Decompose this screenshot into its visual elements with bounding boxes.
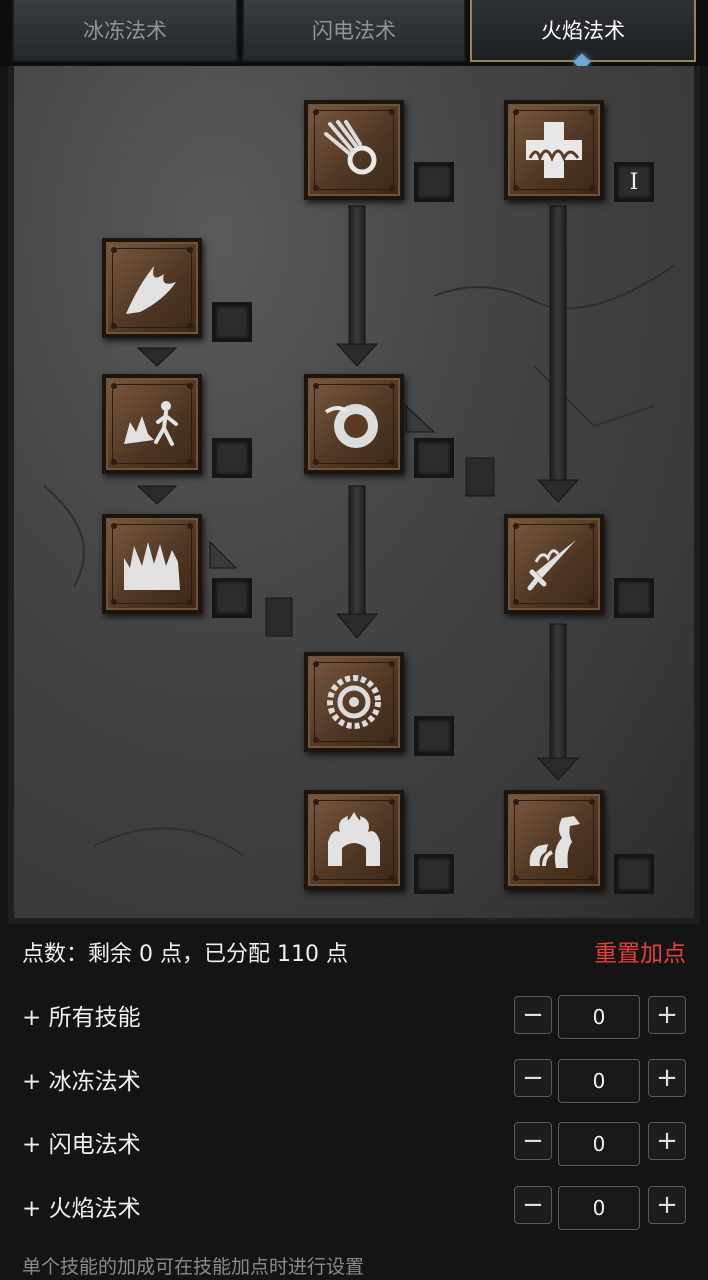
bonus-label-lightning-spells: + 闪电法术 — [22, 1132, 141, 1158]
skill-fire-bolt[interactable] — [304, 100, 404, 200]
skill-level-fire-ball — [414, 438, 454, 478]
skill-level-fire-bolt — [414, 162, 454, 202]
increment-cold-spells-button[interactable]: + — [648, 1059, 686, 1097]
inferno-icon — [126, 266, 176, 314]
skill-level-blaze — [212, 438, 252, 478]
decrement-lightning-spells-button[interactable]: − — [514, 1122, 552, 1160]
warmth-icon — [526, 122, 582, 178]
fire-mastery-icon — [328, 812, 380, 866]
skill-enchant[interactable] — [504, 514, 604, 614]
bonus-label-all-skills: + 所有技能 — [22, 1005, 141, 1031]
fire-wall-icon — [124, 542, 180, 590]
skill-warmth[interactable] — [504, 100, 604, 200]
decrement-fire-spells-button[interactable]: − — [514, 1186, 552, 1224]
skill-tree-tabs: 冰冻法术 闪电法术 火焰法术 — [0, 0, 708, 71]
reset-points-button[interactable]: 重置加点 — [594, 934, 686, 968]
decrement-all-skills-button[interactable]: − — [514, 996, 552, 1034]
skill-meteor[interactable] — [304, 652, 404, 752]
skill-blaze[interactable] — [102, 374, 202, 474]
increment-lightning-spells-button[interactable]: + — [648, 1122, 686, 1160]
fire-ball-icon — [324, 404, 378, 448]
skill-level-hydra — [614, 854, 654, 894]
decrement-cold-spells-button[interactable]: − — [514, 1059, 552, 1097]
hydra-icon — [529, 816, 580, 868]
meteor-icon — [327, 675, 381, 729]
points-summary: 点数：剩余 0 点，已分配 110 点 — [22, 942, 348, 967]
cold-spells-value[interactable]: 0 — [558, 1059, 640, 1103]
skill-hydra[interactable] — [504, 790, 604, 890]
fire-bolt-icon — [324, 120, 377, 175]
tab-fire-spells[interactable]: 火焰法术 — [470, 0, 696, 62]
skill-fire-ball[interactable] — [304, 374, 404, 474]
bonus-label-cold-spells: + 冰冻法术 — [22, 1069, 141, 1095]
skill-fire-mastery[interactable] — [304, 790, 404, 890]
skill-level-meteor — [414, 716, 454, 756]
skill-level-enchant — [614, 578, 654, 618]
tab-cold-spells[interactable]: 冰冻法术 — [12, 0, 238, 62]
lightning-spells-value[interactable]: 0 — [558, 1122, 640, 1166]
skill-fire-wall[interactable] — [102, 514, 202, 614]
bonus-label-fire-spells: + 火焰法术 — [22, 1196, 141, 1222]
skill-inferno[interactable] — [102, 238, 202, 338]
enchant-icon — [527, 540, 576, 591]
skill-level-inferno — [212, 302, 252, 342]
increment-fire-spells-button[interactable]: + — [648, 1186, 686, 1224]
bonus-hint-text: 单个技能的加成可在技能加点时进行设置 — [22, 1256, 365, 1278]
skill-tree-board: I — [8, 66, 700, 924]
skill-level-fire-wall — [212, 578, 252, 618]
skill-level-fire-mastery — [414, 854, 454, 894]
increment-all-skills-button[interactable]: + — [648, 996, 686, 1034]
blaze-icon — [124, 401, 178, 446]
fire-spells-value[interactable]: 0 — [558, 1186, 640, 1230]
tab-lightning-spells[interactable]: 闪电法术 — [242, 0, 466, 62]
skill-level-warmth: I — [614, 162, 654, 202]
all-skills-value[interactable]: 0 — [558, 995, 640, 1039]
